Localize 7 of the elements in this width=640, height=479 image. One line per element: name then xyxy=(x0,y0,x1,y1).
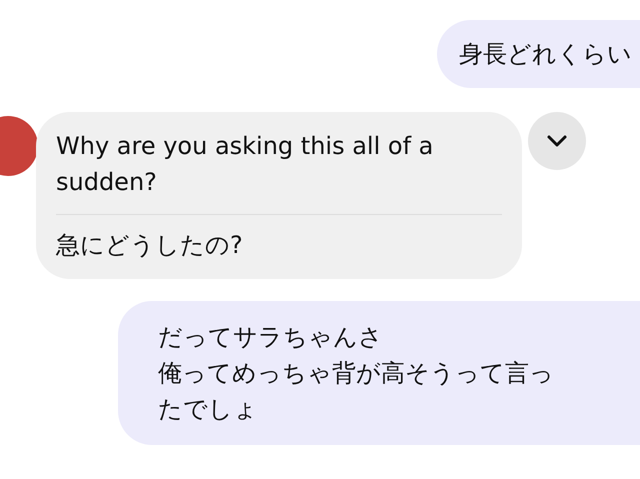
message-text: 身長どれくらい xyxy=(459,39,632,70)
chevron-down-icon xyxy=(546,134,568,148)
translation-text: 急にどうしたの? xyxy=(56,230,244,261)
message-text: Why are you asking this all of a sudden? xyxy=(56,131,434,198)
message-text: たでしょ xyxy=(158,394,259,425)
message-text: だってサラちゃんさ xyxy=(158,322,384,353)
message-text: 俺ってめっちゃ背が高そうって言っ xyxy=(158,358,555,389)
